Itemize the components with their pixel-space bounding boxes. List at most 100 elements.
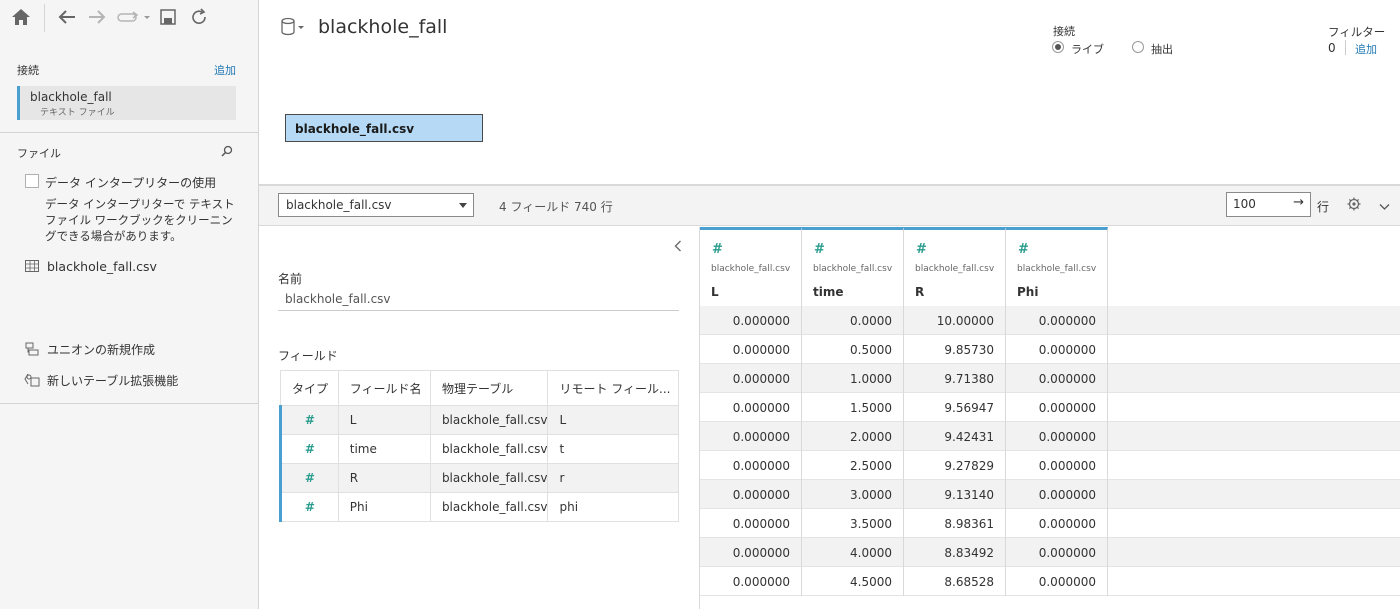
field-type-icon[interactable]: # <box>279 492 339 522</box>
grid-cell: 0.000000 <box>700 335 802 364</box>
grid-cell: 0.000000 <box>700 422 802 451</box>
live-radio[interactable] <box>1052 41 1064 53</box>
grid-cell: 9.13140 <box>904 480 1006 509</box>
grid-row: 0.000000 1.0000 9.71380 0.000000 <box>700 364 1400 393</box>
number-type-icon[interactable]: # <box>712 242 723 257</box>
table-select[interactable]: blackhole_fall.csv <box>278 193 474 217</box>
sidebar-divider <box>0 132 258 133</box>
live-label: ライブ <box>1071 43 1104 56</box>
interpreter-checkbox[interactable] <box>25 174 39 188</box>
grid-cell: 8.98361 <box>904 509 1006 538</box>
field-name-cell: Phi <box>337 492 431 522</box>
grid-column-header[interactable]: # blackhole_fall.csv R <box>904 227 1006 306</box>
forward-arrow-icon[interactable] <box>86 6 108 28</box>
number-type-icon[interactable]: # <box>1018 242 1029 257</box>
grid-row: 0.000000 0.5000 9.85730 0.000000 <box>700 335 1400 364</box>
fields-table-header: タイプ フィールド名 物理テーブル リモート フィール... <box>280 370 679 406</box>
grid-cell: 0.000000 <box>1006 538 1108 567</box>
grid-cell: 0.000000 <box>1006 567 1108 596</box>
grid-cell: 4.5000 <box>802 567 904 596</box>
filters-label: フィルター <box>1328 25 1386 39</box>
grid-column-header[interactable]: # blackhole_fall.csv L <box>700 227 802 306</box>
remote-field-cell: phi <box>547 492 679 522</box>
extract-radio[interactable] <box>1132 41 1144 53</box>
grid-cell: 0.000000 <box>1006 422 1108 451</box>
union-icon <box>25 342 39 359</box>
arrow-right-icon[interactable]: → <box>1293 195 1304 210</box>
physical-table-cell: blackhole_fall.csv <box>429 405 549 435</box>
field-type-icon[interactable]: # <box>279 463 339 493</box>
file-item[interactable]: blackhole_fall.csv <box>47 259 157 274</box>
grid-cell: 0.000000 <box>700 480 802 509</box>
rows-input-value: 100 <box>1233 197 1256 211</box>
column-header-field-name[interactable]: フィールド名 <box>337 370 431 406</box>
grid-row: 0.000000 3.0000 9.13140 0.000000 <box>700 480 1400 509</box>
grid-cell: 10.00000 <box>904 306 1006 335</box>
grid-row: 0.000000 2.5000 9.27829 0.000000 <box>700 451 1400 480</box>
redo-dropdown-icon[interactable] <box>116 6 152 28</box>
field-type-icon[interactable]: # <box>279 434 339 464</box>
grid-column-header[interactable]: # blackhole_fall.csv time <box>802 227 904 306</box>
connection-item[interactable]: blackhole_fall テキスト ファイル <box>17 86 236 120</box>
add-connection-link[interactable]: 追加 <box>214 62 236 78</box>
chevron-down-icon[interactable] <box>1379 200 1390 214</box>
column-source: blackhole_fall.csv <box>711 264 791 274</box>
grid-cell: 0.000000 <box>1006 393 1108 422</box>
refresh-icon[interactable] <box>188 6 210 28</box>
number-type-icon[interactable]: # <box>916 242 927 257</box>
grid-cell: 0.000000 <box>700 306 802 335</box>
rows-input[interactable]: 100 → <box>1226 192 1311 217</box>
grid-cell: 0.0000 <box>802 306 904 335</box>
filter-separator <box>1345 40 1346 55</box>
column-source: blackhole_fall.csv <box>813 264 893 274</box>
grid-row: 0.000000 0.0000 10.00000 0.000000 <box>700 306 1400 335</box>
back-arrow-icon[interactable] <box>56 6 78 28</box>
name-value[interactable]: blackhole_fall.csv <box>285 292 391 306</box>
grid-cell: 9.56947 <box>904 393 1006 422</box>
grid-cell: 3.0000 <box>802 480 904 509</box>
grid-cell: 2.5000 <box>802 451 904 480</box>
field-name-cell: L <box>337 405 431 435</box>
field-row[interactable]: # Rblackhole_fall.csv r <box>279 463 679 493</box>
column-header-remote-field[interactable]: リモート フィール... <box>547 370 679 406</box>
field-row[interactable]: # Lblackhole_fall.csv L <box>279 405 679 435</box>
connections-heading: 接続 <box>17 64 39 77</box>
field-row[interactable]: # Phi blackhole_fall.csv phi <box>279 492 679 522</box>
connection-type: テキスト ファイル <box>40 108 115 118</box>
grid-row: 0.000000 2.0000 9.42431 0.000000 <box>700 422 1400 451</box>
collapse-chevron-icon[interactable] <box>674 240 682 255</box>
field-row[interactable]: # time blackhole_fall.csv t <box>279 434 679 464</box>
grid-cell: 0.000000 <box>1006 451 1108 480</box>
grid-cell: 0.000000 <box>700 567 802 596</box>
column-header-physical-table[interactable]: 物理テーブル <box>429 370 549 406</box>
fields-table: タイプ フィールド名 物理テーブル リモート フィール... # Lblackho… <box>279 370 679 522</box>
grid-cell: 1.0000 <box>802 364 904 393</box>
grid-cell: 0.000000 <box>700 538 802 567</box>
add-filter-link[interactable]: 追加 <box>1355 41 1377 57</box>
home-icon[interactable] <box>10 6 32 28</box>
interpreter-description: データ インタープリターで テキスト ファイル ワークブックをクリーニングできる… <box>45 197 235 243</box>
grid-cell: 8.68528 <box>904 567 1006 596</box>
datasource-cylinder-icon[interactable] <box>280 17 306 40</box>
column-name: R <box>915 285 925 299</box>
datasource-name[interactable]: blackhole_fall <box>318 16 447 38</box>
grid-column-header[interactable]: # blackhole_fall.csv Phi <box>1006 227 1108 306</box>
new-union-button[interactable]: ユニオンの新規作成 <box>47 341 155 358</box>
table-extension-icon <box>24 373 40 390</box>
field-type-icon[interactable]: # <box>279 405 339 435</box>
grid-cell: 0.5000 <box>802 335 904 364</box>
save-icon[interactable] <box>157 6 179 28</box>
grid-cell: 0.000000 <box>1006 335 1108 364</box>
new-table-extension-button[interactable]: 新しいテーブル拡張機能 <box>47 372 178 389</box>
connection-mode-label: 接続 <box>1053 25 1075 38</box>
grid-cell: 0.000000 <box>700 393 802 422</box>
gear-icon[interactable] <box>1347 197 1361 214</box>
search-icon[interactable] <box>221 145 233 160</box>
field-row-summary: 4 フィールド 740 行 <box>499 200 613 214</box>
number-type-icon[interactable]: # <box>814 242 825 257</box>
files-heading: ファイル <box>17 147 61 160</box>
grid-cell: 1.5000 <box>802 393 904 422</box>
grid-cell: 0.000000 <box>1006 364 1108 393</box>
column-header-type[interactable]: タイプ <box>280 370 339 406</box>
canvas-table-block[interactable]: blackhole_fall.csv <box>285 114 483 142</box>
